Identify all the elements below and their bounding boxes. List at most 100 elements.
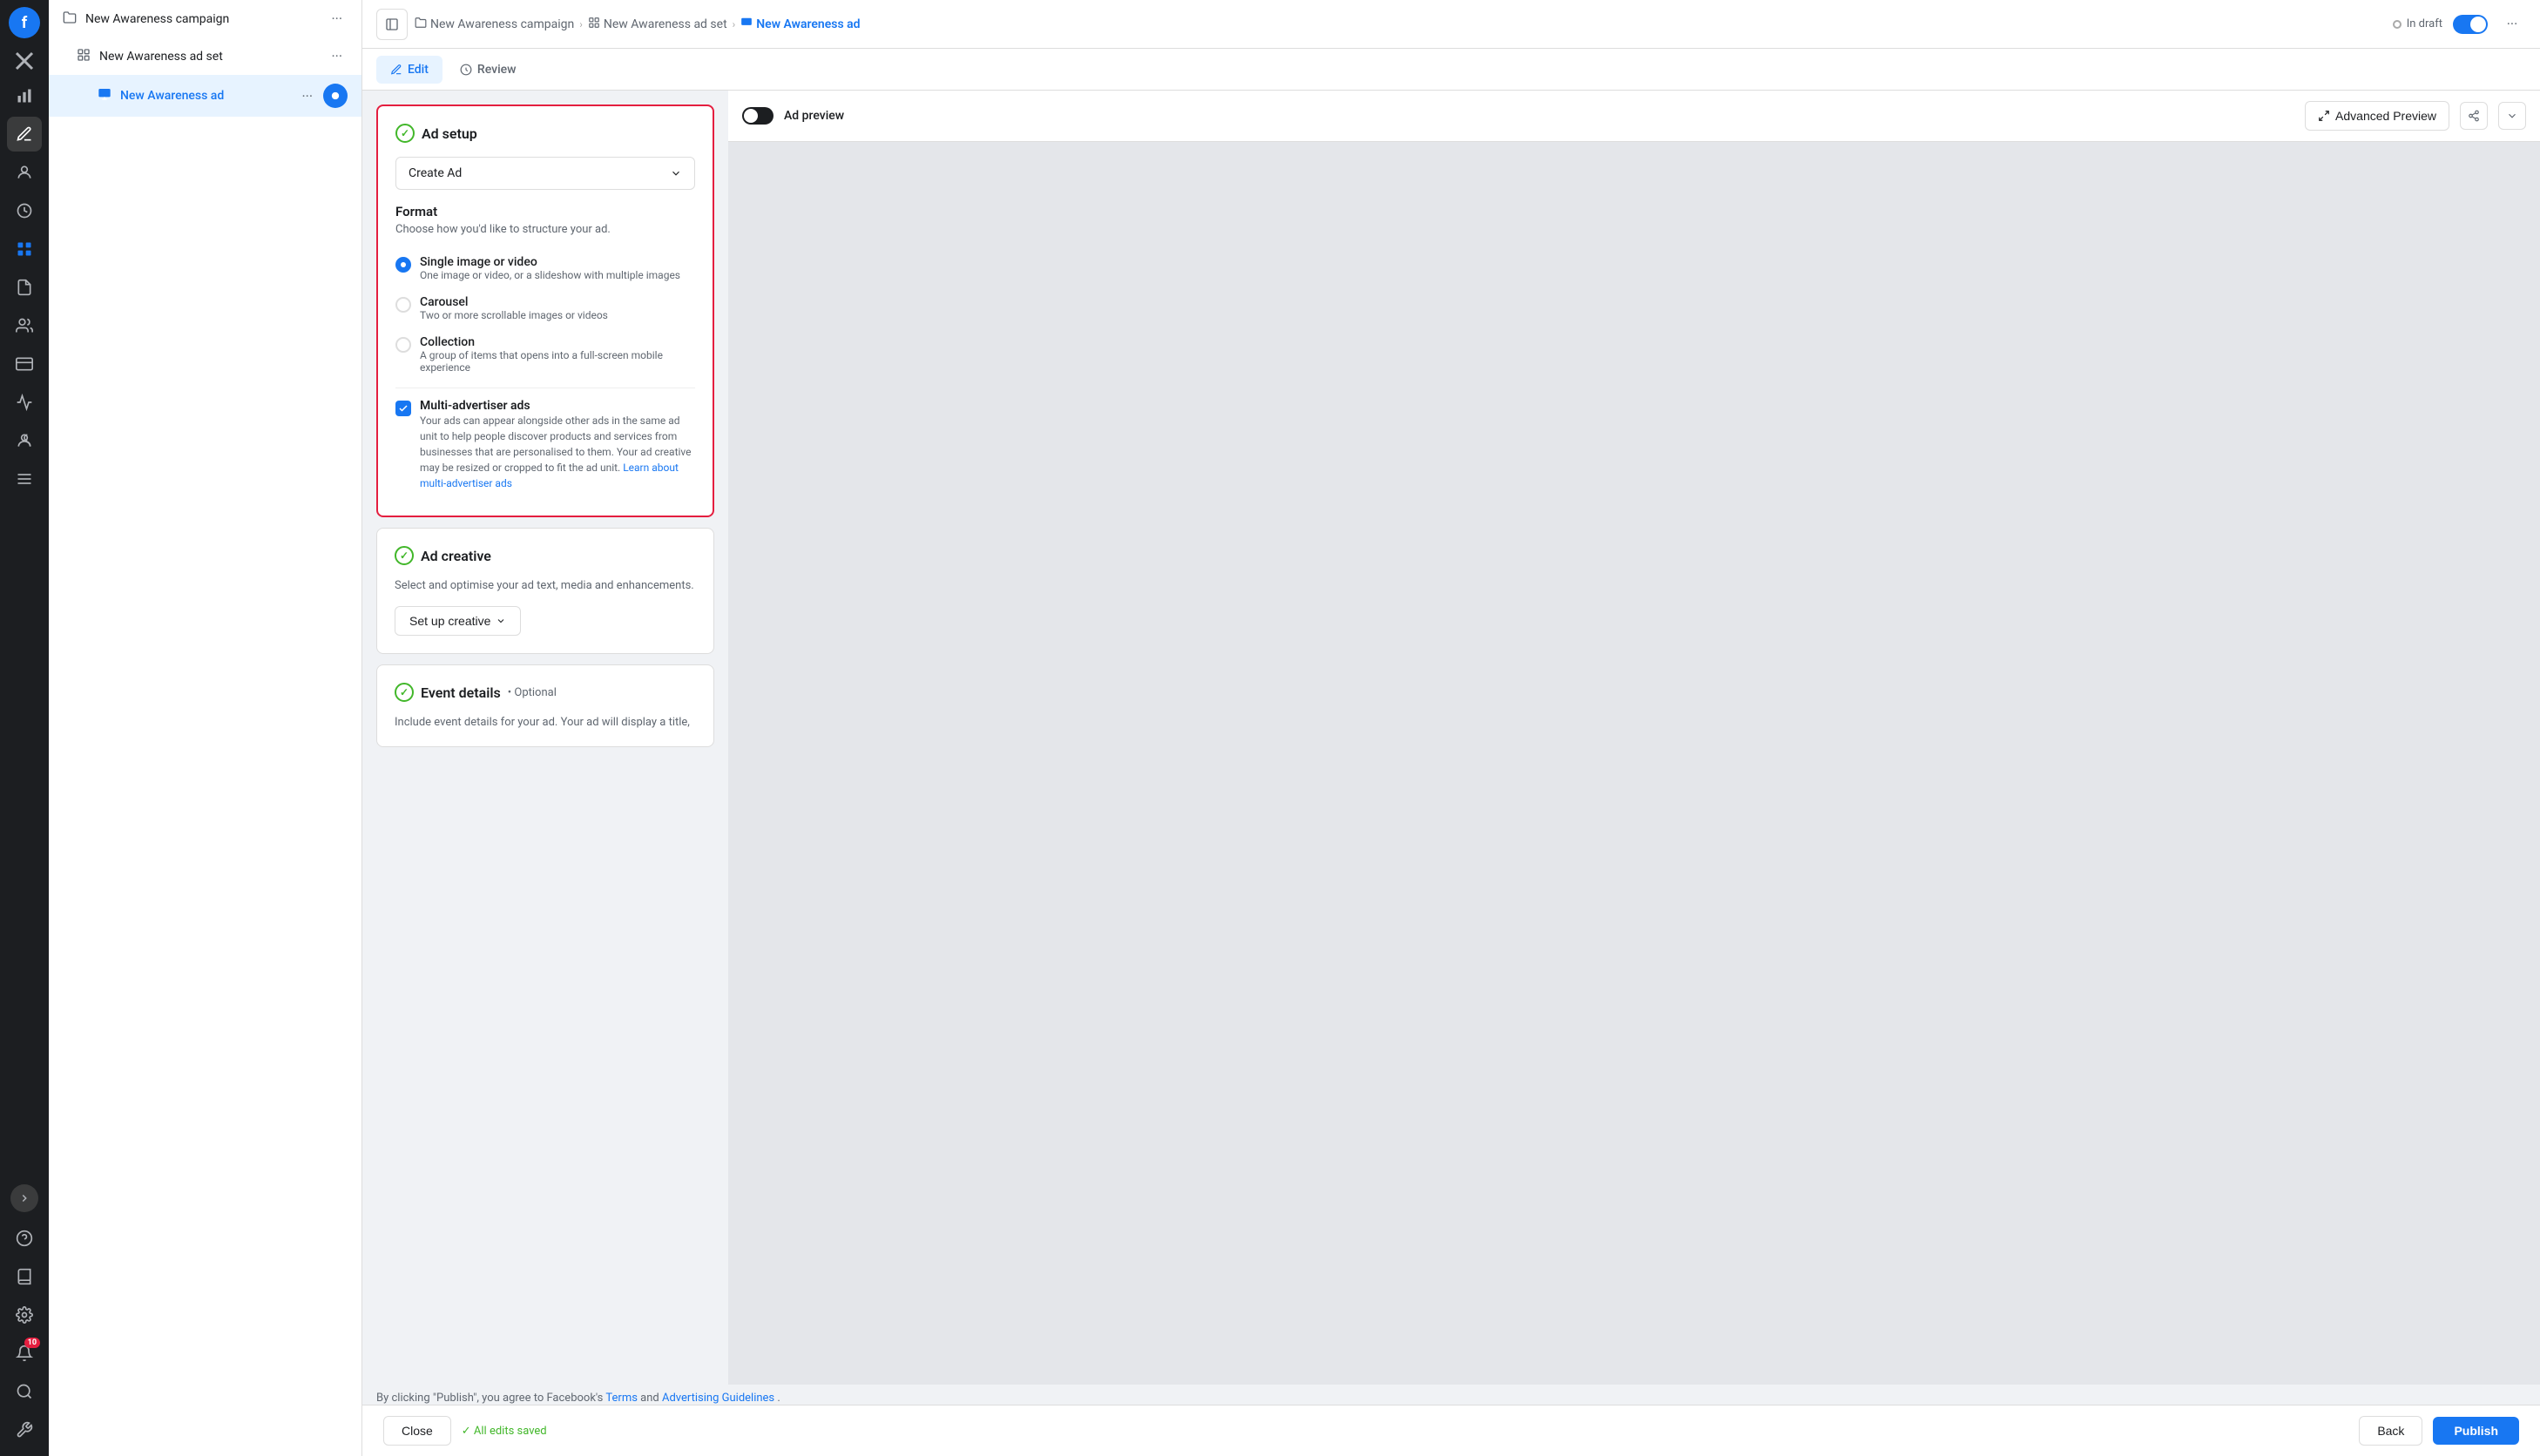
preview-panel: Ad preview Advanced Preview (728, 91, 2540, 1385)
breadcrumb-adset[interactable]: New Awareness ad set (588, 17, 727, 32)
close-btn[interactable]: Close (383, 1416, 451, 1446)
audience-icon[interactable] (7, 155, 42, 190)
ad-actions: ··· (296, 84, 348, 108)
campaign-label: New Awareness campaign (85, 12, 326, 26)
share-btn[interactable] (2460, 102, 2488, 130)
event-details-title: ✓ Event details • Optional (395, 683, 696, 702)
meta-logo[interactable]: f (9, 7, 40, 38)
adset-icon (77, 48, 91, 65)
status-indicator: In draft (2393, 17, 2442, 30)
breadcrumb-sep2: › (733, 18, 736, 30)
topbar-more-btn[interactable]: ··· (2498, 10, 2526, 38)
nav-panel: New Awareness campaign ··· New Awareness… (49, 0, 362, 1456)
breadcrumb-sep1: › (579, 18, 583, 30)
audiences-mgr-icon[interactable] (7, 308, 42, 343)
multi-advertiser-text: Multi-advertiser ads Your ads can appear… (420, 399, 695, 491)
optional-badge: • Optional (508, 686, 557, 699)
breadcrumb-campaign[interactable]: New Awareness campaign (415, 17, 574, 32)
preview-header: Ad preview Advanced Preview (728, 91, 2540, 142)
nav-campaign[interactable]: New Awareness campaign ··· (49, 0, 361, 37)
saved-indicator: ✓ All edits saved (462, 1425, 547, 1438)
format-section: Format Choose how you'd like to structur… (395, 204, 695, 381)
tools-icon[interactable] (7, 1412, 42, 1447)
ad-dots[interactable]: ··· (296, 86, 318, 106)
create-ad-dropdown[interactable]: Create Ad (395, 157, 695, 190)
setup-creative-btn[interactable]: Set up creative (395, 606, 521, 636)
ad-creative-check: ✓ (395, 546, 414, 565)
billing-icon[interactable] (7, 347, 42, 381)
multi-advertiser-section[interactable]: Multi-advertiser ads Your ads can appear… (395, 388, 695, 498)
ad-setup-card: ✓ Ad setup Create Ad Format Choose how y… (376, 104, 714, 517)
form-panel: ✓ Ad setup Create Ad Format Choose how y… (362, 91, 728, 1385)
ad-setup-title: ✓ Ad setup (395, 124, 695, 143)
history-icon[interactable] (7, 193, 42, 228)
preview-dropdown-btn[interactable] (2498, 102, 2526, 130)
event-check: ✓ (395, 683, 414, 702)
multi-advertiser-desc: Your ads can appear alongside other ads … (420, 413, 695, 491)
format-carousel[interactable]: Carousel Two or more scrollable images o… (395, 288, 695, 328)
campaign-actions: ··· (326, 9, 348, 29)
ad-label: New Awareness ad (120, 89, 296, 103)
edit-review-bar: Edit Review (362, 49, 2540, 91)
advanced-preview-btn[interactable]: Advanced Preview (2305, 101, 2449, 131)
ad-setup-check: ✓ (395, 124, 415, 143)
nav-ad[interactable]: New Awareness ad ··· (49, 75, 361, 117)
main-content: New Awareness campaign › New Awareness a… (362, 0, 2540, 1456)
back-btn[interactable]: Back (2359, 1416, 2422, 1446)
campaign-dots[interactable]: ··· (326, 9, 348, 29)
format-collection[interactable]: Collection A group of items that opens i… (395, 328, 695, 381)
help-icon[interactable] (7, 1221, 42, 1256)
status-toggle[interactable] (2453, 15, 2488, 34)
preview-toggle[interactable] (742, 107, 773, 125)
nav-adset[interactable]: New Awareness ad set ··· (49, 37, 361, 75)
docs-icon[interactable] (7, 1259, 42, 1294)
radio-carousel (395, 297, 411, 313)
advertising-guidelines-link[interactable]: Advertising Guidelines (662, 1392, 774, 1405)
campaigns-icon[interactable] (7, 232, 42, 266)
terms-link[interactable]: Terms (605, 1392, 638, 1405)
bottom-right: Back Publish (2359, 1416, 2519, 1446)
publish-btn[interactable]: Publish (2433, 1417, 2519, 1445)
notifications-icon[interactable]: 10 (7, 1336, 42, 1371)
status-dot (2393, 20, 2402, 29)
radio-carousel-text: Carousel Two or more scrollable images o… (420, 295, 608, 321)
review-tab[interactable]: Review (446, 56, 530, 84)
ad-toggle[interactable] (323, 84, 348, 108)
format-single[interactable]: Single image or video One image or video… (395, 248, 695, 288)
events-icon[interactable] (7, 385, 42, 420)
create-icon[interactable] (7, 117, 42, 152)
breadcrumb-campaign-icon (415, 17, 427, 32)
sidebar-close-btn[interactable] (9, 45, 40, 77)
breadcrumb-ad-icon (740, 17, 753, 32)
multi-advertiser-checkbox (395, 401, 411, 416)
event-details-card: ✓ Event details • Optional Include event… (376, 664, 714, 747)
radio-collection-text: Collection A group of items that opens i… (420, 335, 695, 374)
adset-actions: ··· (326, 46, 348, 66)
sidebar: f 10 (0, 0, 49, 1456)
analytics-icon[interactable] (7, 78, 42, 113)
event-desc: Include event details for your ad. Your … (395, 716, 696, 729)
ad-icon (98, 87, 111, 104)
breadcrumb-ad[interactable]: New Awareness ad (740, 17, 860, 32)
bottom-left: Close ✓ All edits saved (383, 1416, 547, 1446)
edit-tab[interactable]: Edit (376, 56, 442, 84)
toggle-sidebar-btn[interactable] (376, 9, 408, 40)
ad-creative-title: ✓ Ad creative (395, 546, 696, 565)
account-settings-icon[interactable] (7, 1298, 42, 1332)
notification-badge: 10 (24, 1338, 40, 1348)
breadcrumb-adset-icon (588, 17, 600, 32)
format-label: Format (395, 204, 695, 219)
expand-sidebar-btn[interactable] (10, 1184, 38, 1212)
radio-single (395, 257, 411, 273)
adset-label: New Awareness ad set (99, 50, 326, 64)
content-area: ✓ Ad setup Create Ad Format Choose how y… (362, 91, 2540, 1385)
ad-creative-card: ✓ Ad creative Select and optimise your a… (376, 528, 714, 654)
users-icon[interactable] (7, 423, 42, 458)
breadcrumb: New Awareness campaign › New Awareness a… (415, 17, 2386, 32)
menu-icon[interactable] (7, 462, 42, 496)
search-sidebar-icon[interactable] (7, 1374, 42, 1409)
pages-icon[interactable] (7, 270, 42, 305)
preview-content (728, 142, 2540, 1385)
format-desc: Choose how you'd like to structure your … (395, 223, 695, 236)
adset-dots[interactable]: ··· (326, 46, 348, 66)
